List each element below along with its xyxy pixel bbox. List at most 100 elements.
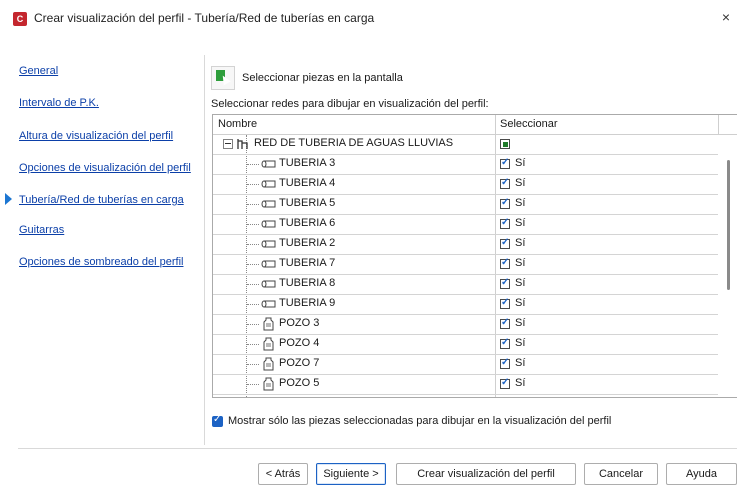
select-checkbox[interactable] xyxy=(500,197,510,209)
create-profile-view-button[interactable]: Crear visualización del perfil xyxy=(396,463,576,485)
select-cell: Sí xyxy=(496,215,718,234)
table-row[interactable]: POZO 4 Sí xyxy=(213,335,718,355)
title-bar: C Crear visualización del perfil - Tuber… xyxy=(0,0,737,38)
name-cell: POZO 3 xyxy=(213,315,495,334)
table-row[interactable]: POZO 8 Sí xyxy=(213,395,718,398)
select-cell: Sí xyxy=(496,155,718,174)
table-row[interactable]: TUBERIA 5 Sí xyxy=(213,195,718,215)
nav-item-opciones-visualizacion[interactable]: Opciones de visualización del perfil xyxy=(19,162,191,174)
row-name: POZO 8 xyxy=(279,397,319,398)
collapse-icon[interactable] xyxy=(223,139,233,149)
row-name: POZO 7 xyxy=(279,357,320,369)
grid-scrollbar[interactable] xyxy=(722,135,737,397)
footer-divider xyxy=(18,448,737,449)
select-value: Sí xyxy=(515,297,526,309)
tree-branch xyxy=(247,244,259,245)
nav-item-tuberia-red[interactable]: Tubería/Red de tuberías en carga xyxy=(19,194,184,206)
name-cell: TUBERIA 3 xyxy=(213,155,495,174)
select-checkbox[interactable] xyxy=(500,157,510,169)
tree-branch xyxy=(247,344,259,345)
select-cell: Sí xyxy=(496,335,718,354)
selected-arrow-icon xyxy=(5,193,12,205)
networks-label: Seleccionar redes para dibujar en visual… xyxy=(211,98,489,110)
only-selected-checkbox[interactable] xyxy=(212,414,223,427)
pipe-network-icon xyxy=(237,139,248,149)
select-checkbox[interactable] xyxy=(500,177,510,189)
select-value: Sí xyxy=(515,237,526,249)
select-checkbox[interactable] xyxy=(500,377,510,389)
tree-branch xyxy=(247,384,259,385)
tree-branch xyxy=(247,164,259,165)
pipe-icon xyxy=(261,180,276,188)
close-icon[interactable]: × xyxy=(719,9,733,25)
pipe-icon xyxy=(261,160,276,168)
select-value: Sí xyxy=(515,157,526,169)
cursor-icon xyxy=(219,73,231,86)
select-checkbox[interactable] xyxy=(500,337,510,349)
name-cell: TUBERIA 7 xyxy=(213,255,495,274)
column-header-seleccionar[interactable]: Seleccionar xyxy=(500,118,557,130)
pipe-icon xyxy=(261,280,276,288)
help-button[interactable]: Ayuda xyxy=(666,463,737,485)
column-divider xyxy=(495,275,496,294)
select-cell: Sí xyxy=(496,235,718,254)
select-cell: Sí xyxy=(496,375,718,394)
select-checkbox[interactable] xyxy=(500,297,510,309)
select-cell xyxy=(496,135,718,154)
column-divider xyxy=(495,175,496,194)
select-cell: Sí xyxy=(496,395,718,397)
row-name: POZO 5 xyxy=(279,377,320,389)
select-checkbox[interactable] xyxy=(500,277,510,289)
column-divider xyxy=(495,215,496,234)
table-row[interactable]: TUBERIA 8 Sí xyxy=(213,275,718,295)
column-divider xyxy=(495,235,496,254)
select-checkbox[interactable] xyxy=(500,357,510,369)
nav-item-intervalo[interactable]: Intervalo de P.K. xyxy=(19,97,99,109)
select-value: Sí xyxy=(515,277,526,289)
column-divider xyxy=(495,115,496,134)
nav-item-general[interactable]: General xyxy=(19,65,58,77)
table-row[interactable]: TUBERIA 4 Sí xyxy=(213,175,718,195)
select-parts-button[interactable] xyxy=(211,66,235,90)
tree-branch xyxy=(247,184,259,185)
column-divider xyxy=(495,255,496,274)
cancel-button[interactable]: Cancelar xyxy=(584,463,658,485)
table-row[interactable]: TUBERIA 7 Sí xyxy=(213,255,718,275)
nav-item-altura[interactable]: Altura de visualización del perfil xyxy=(19,130,173,142)
column-divider xyxy=(495,355,496,374)
select-checkbox[interactable] xyxy=(500,317,510,329)
column-divider xyxy=(495,315,496,334)
scrollbar-thumb[interactable] xyxy=(727,160,730,290)
table-row[interactable]: POZO 3 Sí xyxy=(213,315,718,335)
name-cell: TUBERIA 4 xyxy=(213,175,495,194)
table-row[interactable]: TUBERIA 2 Sí xyxy=(213,235,718,255)
select-cell: Sí xyxy=(496,195,718,214)
select-checkbox[interactable] xyxy=(500,237,510,249)
row-name: TUBERIA 2 xyxy=(279,237,336,249)
select-value: Sí xyxy=(515,197,526,209)
select-value: Sí xyxy=(515,357,526,369)
select-checkbox[interactable] xyxy=(500,139,510,149)
name-cell: POZO 8 xyxy=(213,395,495,398)
table-row[interactable]: TUBERIA 6 Sí xyxy=(213,215,718,235)
name-cell: TUBERIA 2 xyxy=(213,235,495,254)
select-checkbox[interactable] xyxy=(500,217,510,229)
next-button[interactable]: Siguiente > xyxy=(316,463,386,485)
table-row[interactable]: POZO 5 Sí xyxy=(213,375,718,395)
network-row[interactable]: RED DE TUBERIA DE AGUAS LLUVIAS xyxy=(213,135,718,155)
nav-item-sombreado[interactable]: Opciones de sombreado del perfil xyxy=(19,256,183,268)
column-divider xyxy=(495,295,496,314)
table-row[interactable]: TUBERIA 3 Sí xyxy=(213,155,718,175)
table-row[interactable]: TUBERIA 9 Sí xyxy=(213,295,718,315)
select-cell: Sí xyxy=(496,315,718,334)
name-cell: RED DE TUBERIA DE AGUAS LLUVIAS xyxy=(213,135,495,154)
column-header-nombre[interactable]: Nombre xyxy=(218,118,257,130)
row-name: TUBERIA 9 xyxy=(279,297,336,309)
name-cell: TUBERIA 9 xyxy=(213,295,495,314)
select-checkbox[interactable] xyxy=(500,257,510,269)
select-cell: Sí xyxy=(496,175,718,194)
back-button[interactable]: < Atrás xyxy=(258,463,308,485)
structure-icon xyxy=(263,357,274,371)
table-row[interactable]: POZO 7 Sí xyxy=(213,355,718,375)
nav-item-guitarras[interactable]: Guitarras xyxy=(19,224,64,236)
